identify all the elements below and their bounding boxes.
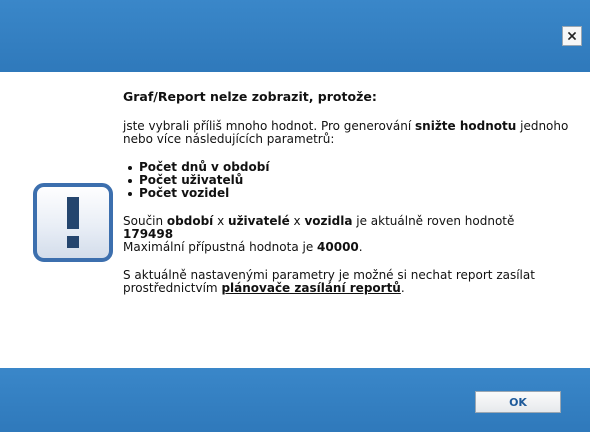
report-scheduler-link[interactable]: plánovače zasílání reportů: [221, 281, 400, 295]
dialog-titlebar: [0, 0, 590, 72]
close-icon: [567, 31, 577, 41]
message-paragraph-3: S aktuálně nastavenými parametry je možn…: [123, 268, 535, 295]
product-value: 179498: [123, 227, 174, 241]
max-value: 40000: [317, 240, 359, 254]
dialog-footer: OK: [0, 368, 590, 432]
parameter-list: Počet dnů v období Počet uživatelů Počet…: [123, 161, 573, 200]
exclamation-icon: [33, 183, 113, 262]
close-button[interactable]: [562, 26, 582, 46]
message-text: Graf/Report nelze zobrazit, protože: jst…: [123, 90, 573, 295]
dialog-content: Graf/Report nelze zobrazit, protože: jst…: [0, 72, 590, 368]
message-paragraph-1: jste vybrali příliš mnoho hodnot. Pro ge…: [123, 119, 569, 146]
message-dialog: Graf/Report nelze zobrazit, protože: jst…: [0, 0, 590, 432]
message-heading: Graf/Report nelze zobrazit, protože:: [123, 89, 377, 104]
list-item: Počet vozidel: [128, 187, 573, 200]
ok-button[interactable]: OK: [475, 391, 561, 413]
message-paragraph-2: Součin období x uživatelé x vozidla je a…: [123, 214, 515, 254]
